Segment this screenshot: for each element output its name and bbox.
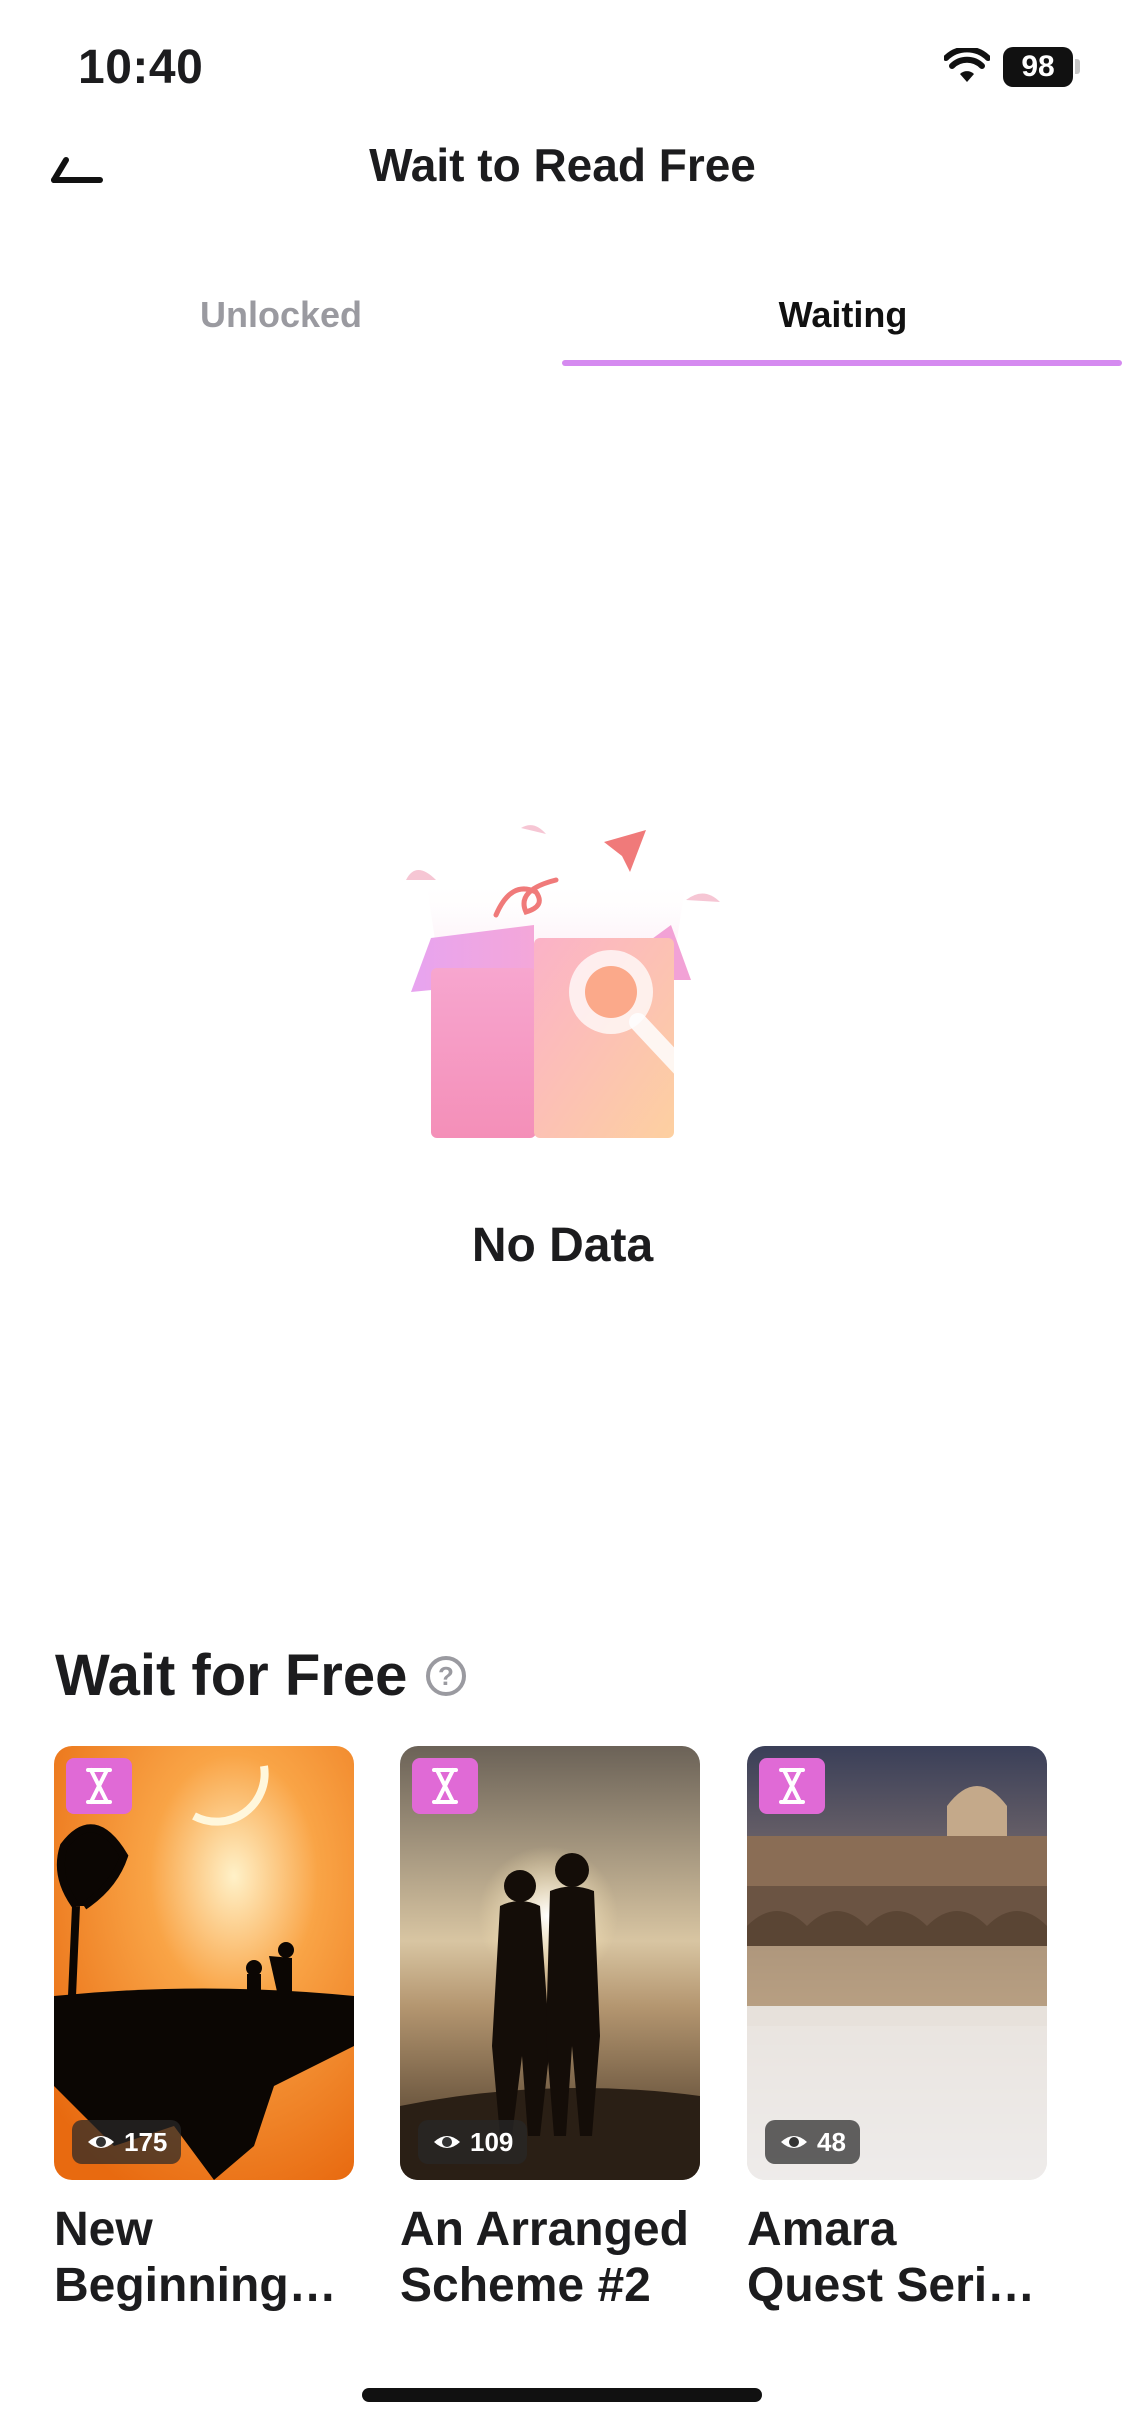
home-indicator[interactable] <box>362 2388 762 2402</box>
active-tab-indicator <box>562 360 1122 366</box>
book-cover[interactable]: 175 <box>54 1746 354 2180</box>
book-title-line1[interactable]: Amara <box>747 2202 1047 2258</box>
book-title-line2[interactable]: Quest Seri… <box>747 2258 1047 2314</box>
book-title-line2[interactable]: Beginning… <box>54 2258 354 2314</box>
book-title-line2[interactable]: Scheme #2 <box>400 2258 700 2314</box>
book-cover[interactable]: 109 <box>400 1746 700 2180</box>
view-count: 109 <box>418 2120 528 2164</box>
view-count-value: 109 <box>470 2127 514 2157</box>
hourglass-badge <box>412 1758 478 1814</box>
page-title: Wait to Read Free <box>369 139 756 191</box>
eye-icon <box>781 2136 807 2148</box>
wifi-icon <box>944 48 990 82</box>
tab-waiting[interactable]: Waiting <box>562 280 1124 350</box>
section-title: Wait for Free <box>55 1643 408 1708</box>
help-icon[interactable]: ? <box>426 1656 466 1696</box>
book-card[interactable]: 48 Amara Quest Seri… <box>747 1746 1047 2314</box>
status-bar: 10:40 98 <box>0 0 1125 130</box>
hourglass-badge <box>759 1758 825 1814</box>
tab-bar: Unlocked Waiting <box>0 280 1125 370</box>
tab-unlocked[interactable]: Unlocked <box>0 280 562 350</box>
book-card[interactable]: 109 An Arranged Scheme #2 <box>400 1746 700 2314</box>
battery-nub <box>1075 59 1080 74</box>
view-count: 48 <box>765 2120 860 2164</box>
book-card[interactable]: 175 New Beginning… <box>54 1746 354 2314</box>
book-title-line1[interactable]: New <box>54 2202 354 2258</box>
book-cover[interactable]: 48 <box>747 1746 1047 2180</box>
eye-icon <box>434 2136 460 2148</box>
status-time: 10:40 <box>78 41 204 94</box>
empty-box-search-icon <box>406 825 720 1138</box>
eye-icon <box>88 2136 114 2148</box>
view-count: 175 <box>72 2120 182 2164</box>
book-title-line1[interactable]: An Arranged <box>400 2202 700 2258</box>
view-count-value: 175 <box>124 2127 168 2157</box>
hourglass-icon <box>432 1768 458 1804</box>
view-count-value: 48 <box>817 2127 846 2157</box>
hourglass-icon <box>779 1768 805 1804</box>
hourglass-badge <box>66 1758 132 1814</box>
empty-state-message: No Data <box>471 1219 654 1272</box>
hourglass-icon <box>86 1768 112 1804</box>
battery-indicator: 98 <box>1003 47 1073 87</box>
